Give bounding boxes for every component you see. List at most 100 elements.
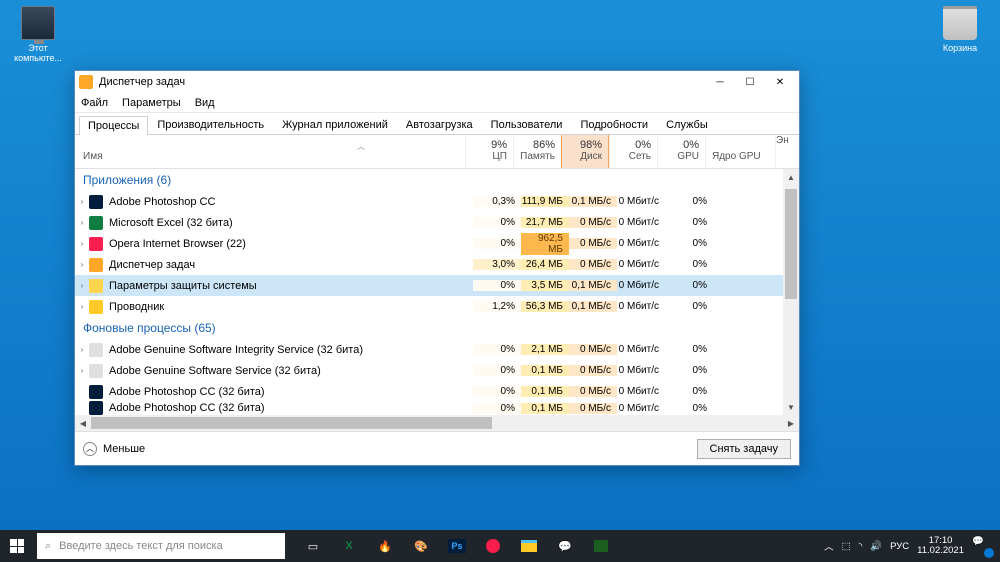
start-button[interactable] [0,530,34,562]
notifications-icon[interactable]: 💬 [972,536,992,556]
tab-users[interactable]: Пользователи [482,115,572,134]
cell-cpu: 0% [473,344,521,355]
scrollbar-thumb[interactable] [785,189,797,299]
taskbar-excel[interactable]: X [332,530,366,562]
scroll-down-arrow[interactable]: ▼ [783,399,799,415]
scroll-up-arrow[interactable]: ▲ [783,169,799,185]
scroll-right-arrow[interactable]: ▶ [783,415,799,431]
end-task-button[interactable]: Снять задачу [697,439,792,459]
cell-cpu: 0% [473,217,521,228]
computer-icon [21,6,55,40]
cell-cpu: 0% [473,280,521,291]
header-gpu-core[interactable]: Ядро GPU [705,135,775,168]
taskbar-task-manager[interactable] [584,530,618,562]
taskbar-opera[interactable] [476,530,510,562]
header-memory[interactable]: 86% Память [513,135,561,168]
expand-chevron-icon[interactable]: › [75,218,89,227]
process-row[interactable]: ›Microsoft Excel (32 бита)0%21,7 МБ0 МБ/… [75,212,783,233]
header-cpu[interactable]: 9% ЦП [465,135,513,168]
tab-app-history[interactable]: Журнал приложений [273,115,397,134]
expand-chevron-icon[interactable]: › [75,366,89,375]
cell-gpu: 0% [665,280,713,291]
expand-chevron-icon[interactable]: › [75,260,89,269]
cell-memory: 111,9 МБ [521,196,569,207]
desktop-icon-label: Корзина [930,43,990,53]
tray-network-icon[interactable]: ⬚ [842,541,851,552]
tray-clock[interactable]: 17:10 11.02.2021 [917,536,964,557]
tab-services[interactable]: Службы [657,115,717,134]
close-button[interactable]: ✕ [765,72,795,92]
cell-memory: 962,5 МБ [521,233,569,255]
taskbar-app-flame[interactable]: 🔥 [368,530,402,562]
process-icon [89,237,103,251]
header-name[interactable]: ︿ Имя [75,135,465,168]
tab-details[interactable]: Подробности [571,115,657,134]
expand-chevron-icon[interactable]: › [75,281,89,290]
tray-wifi-icon[interactable]: ◝ [859,541,863,552]
taskbar-apps: ▭ X 🔥 🎨 Ps 💬 [296,530,618,562]
header-disk[interactable]: 98% Диск [561,135,609,168]
header-network[interactable]: 0% Сеть [609,135,657,168]
process-name: Microsoft Excel (32 бита) [109,217,473,229]
process-row[interactable]: ›Диспетчер задач3,0%26,4 МБ0 МБ/с0 Мбит/… [75,254,783,275]
menu-options[interactable]: Параметры [122,97,181,109]
scroll-left-arrow[interactable]: ◀ [75,415,91,431]
cell-cpu: 1,2% [473,301,521,312]
cell-gpu: 0% [665,403,713,414]
cell-disk: 0,1 МБ/с [569,301,617,312]
header-end[interactable]: Эн [775,135,799,168]
cell-memory: 0,1 МБ [521,386,569,397]
search-box[interactable]: ⌕ Введите здесь текст для поиска [37,533,285,559]
expand-chevron-icon[interactable]: › [75,345,89,354]
cell-gpu: 0% [665,217,713,228]
taskbar-app-palette[interactable]: 🎨 [404,530,438,562]
menu-file[interactable]: Файл [81,97,108,109]
expand-chevron-icon[interactable]: › [75,302,89,311]
cell-disk: 0 МБ/с [569,217,617,228]
cell-network: 0 Мбит/с [617,280,665,291]
tab-processes[interactable]: Процессы [79,116,148,135]
taskbar-explorer[interactable] [512,530,546,562]
cell-disk: 0,1 МБ/с [569,196,617,207]
taskbar-photoshop[interactable]: Ps [440,530,474,562]
cell-disk: 0 МБ/с [569,403,617,414]
taskbar: ⌕ Введите здесь текст для поиска ▭ X 🔥 🎨… [0,530,1000,562]
cell-network: 0 Мбит/с [617,196,665,207]
desktop-icon-computer[interactable]: Этот компьюте... [8,6,68,63]
cell-disk: 0 МБ/с [569,344,617,355]
process-name: Параметры защиты системы [109,280,473,292]
process-row[interactable]: Adobe Photoshop CC (32 бита)0%0,1 МБ0 МБ… [75,402,783,414]
menu-view[interactable]: Вид [195,97,215,109]
titlebar[interactable]: Диспетчер задач ─ ☐ ✕ [75,71,799,93]
vertical-scrollbar[interactable]: ▲ ▼ [783,169,799,415]
tab-startup[interactable]: Автозагрузка [397,115,482,134]
tray-chevron-up-icon[interactable]: ︿ [824,539,834,553]
process-row[interactable]: ›Adobe Genuine Software Integrity Servic… [75,339,783,360]
process-icon [89,343,103,357]
process-row[interactable]: Adobe Photoshop CC (32 бита)0%0,1 МБ0 МБ… [75,381,783,402]
footer: ︿ Меньше Снять задачу [75,431,799,465]
tray-volume-icon[interactable]: 🔊 [870,541,882,552]
minimize-button[interactable]: ─ [705,72,735,92]
tab-performance[interactable]: Производительность [148,115,273,134]
process-row[interactable]: ›Параметры защиты системы0%3,5 МБ0,1 МБ/… [75,275,783,296]
fewer-details-button[interactable]: ︿ Меньше [83,442,145,456]
process-row[interactable]: ›Проводник1,2%56,3 МБ0,1 МБ/с0 Мбит/с0% [75,296,783,317]
process-row[interactable]: ›Adobe Genuine Software Service (32 бита… [75,360,783,381]
maximize-button[interactable]: ☐ [735,72,765,92]
desktop-icon-recycle[interactable]: Корзина [930,6,990,53]
recycle-bin-icon [943,6,977,40]
expand-chevron-icon[interactable]: › [75,239,89,248]
cell-memory: 3,5 МБ [521,280,569,291]
header-gpu[interactable]: 0% GPU [657,135,705,168]
search-icon: ⌕ [45,540,51,553]
taskbar-app-7[interactable]: 💬 [548,530,582,562]
tray-language[interactable]: РУС [890,541,909,552]
cell-disk: 0 МБ/с [569,386,617,397]
h-scrollbar-thumb[interactable] [91,417,492,429]
process-row[interactable]: ›Adobe Photoshop CC0,3%111,9 МБ0,1 МБ/с0… [75,191,783,212]
task-view-button[interactable]: ▭ [296,530,330,562]
horizontal-scrollbar[interactable]: ◀ ▶ [75,415,799,431]
process-row[interactable]: ›Opera Internet Browser (22)0%962,5 МБ0 … [75,233,783,254]
expand-chevron-icon[interactable]: › [75,197,89,206]
